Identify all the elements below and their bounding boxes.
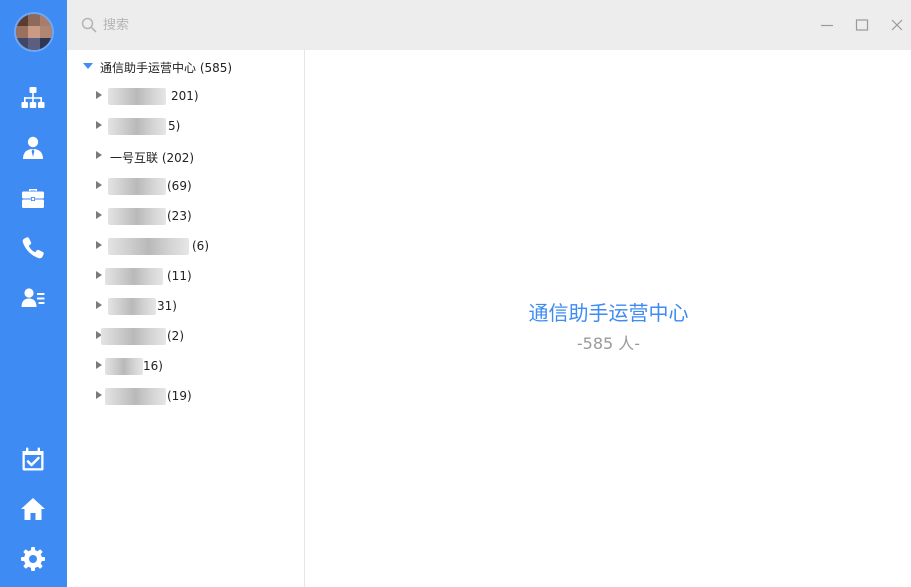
calendar-check-icon[interactable] (20, 446, 46, 472)
minimize-icon[interactable] (817, 15, 837, 35)
detail-panel: 通信助手运营中心 -585 人- (306, 50, 911, 587)
maximize-icon[interactable] (852, 15, 872, 35)
tree-node[interactable]: 一号互联 (202) (67, 141, 305, 171)
tree-node-count: 201) (171, 89, 199, 103)
redacted-label (105, 388, 166, 405)
tree-node[interactable]: (69) (67, 171, 305, 201)
briefcase-icon[interactable] (20, 185, 46, 211)
tree-node-count: (2) (167, 329, 184, 343)
tree-node-label: 一号互联 (202) (110, 151, 195, 165)
tree-node[interactable]: (11) (67, 261, 305, 291)
tree-node[interactable]: 16) (67, 351, 305, 381)
nav-rail (0, 0, 67, 587)
redacted-label (108, 178, 166, 195)
collapsed-caret-icon[interactable] (96, 361, 102, 369)
tree-node-count: 16) (143, 359, 163, 373)
home-icon[interactable] (20, 496, 46, 522)
top-bar (67, 0, 911, 50)
settings-gear-icon[interactable] (20, 546, 46, 572)
tree-node[interactable]: (23) (67, 201, 305, 231)
redacted-label (108, 238, 189, 255)
redacted-label (101, 328, 166, 345)
search-input[interactable] (103, 14, 403, 36)
redacted-label (108, 298, 156, 315)
collapsed-caret-icon[interactable] (96, 151, 102, 159)
tree-node-count: (19) (167, 389, 192, 403)
tree-node[interactable]: (2) (67, 321, 305, 351)
avatar[interactable] (14, 12, 54, 52)
tree-node[interactable]: 201) (67, 81, 305, 111)
search-icon (81, 17, 97, 33)
tree-node-count: 5) (168, 119, 181, 133)
collapsed-caret-icon[interactable] (96, 241, 102, 249)
redacted-label (108, 118, 166, 135)
redacted-label (105, 268, 163, 285)
tree-node[interactable]: 31) (67, 291, 305, 321)
tree-node[interactable]: 5) (67, 111, 305, 141)
contact-icon[interactable] (20, 135, 46, 161)
expand-caret-icon[interactable] (83, 63, 93, 69)
tree-root-label: 通信助手运营中心 (585) (100, 61, 233, 75)
tree-node-count: (11) (167, 269, 192, 283)
close-icon[interactable] (887, 15, 907, 35)
tree-node[interactable]: (6) (67, 231, 305, 261)
org-member-count: -585 人- (576, 334, 641, 353)
tree-node-count: 31) (157, 299, 177, 313)
collapsed-caret-icon[interactable] (96, 271, 102, 279)
org-chart-icon[interactable] (20, 85, 46, 111)
tree-node-count: (23) (167, 209, 192, 223)
tree-node-count: (6) (192, 239, 209, 253)
tree-node-count: (69) (167, 179, 192, 193)
org-title: 通信助手运营中心 (528, 301, 689, 325)
collapsed-caret-icon[interactable] (96, 91, 102, 99)
contact-card-icon[interactable] (20, 285, 46, 311)
redacted-label (108, 208, 166, 225)
tree-node[interactable]: (19) (67, 381, 305, 411)
org-tree: 通信助手运营中心 (585) 201) 5) 一号互联 (202) (69) (… (67, 50, 305, 587)
collapsed-caret-icon[interactable] (96, 391, 102, 399)
collapsed-caret-icon[interactable] (96, 181, 102, 189)
app-window: 通信助手运营中心 (585) 201) 5) 一号互联 (202) (69) (… (0, 0, 911, 587)
collapsed-caret-icon[interactable] (96, 121, 102, 129)
collapsed-caret-icon[interactable] (96, 211, 102, 219)
phone-icon[interactable] (20, 235, 46, 261)
collapsed-caret-icon[interactable] (96, 301, 102, 309)
tree-root-node[interactable]: 通信助手运营中心 (585) (67, 51, 305, 81)
redacted-label (108, 88, 166, 105)
redacted-label (105, 358, 143, 375)
